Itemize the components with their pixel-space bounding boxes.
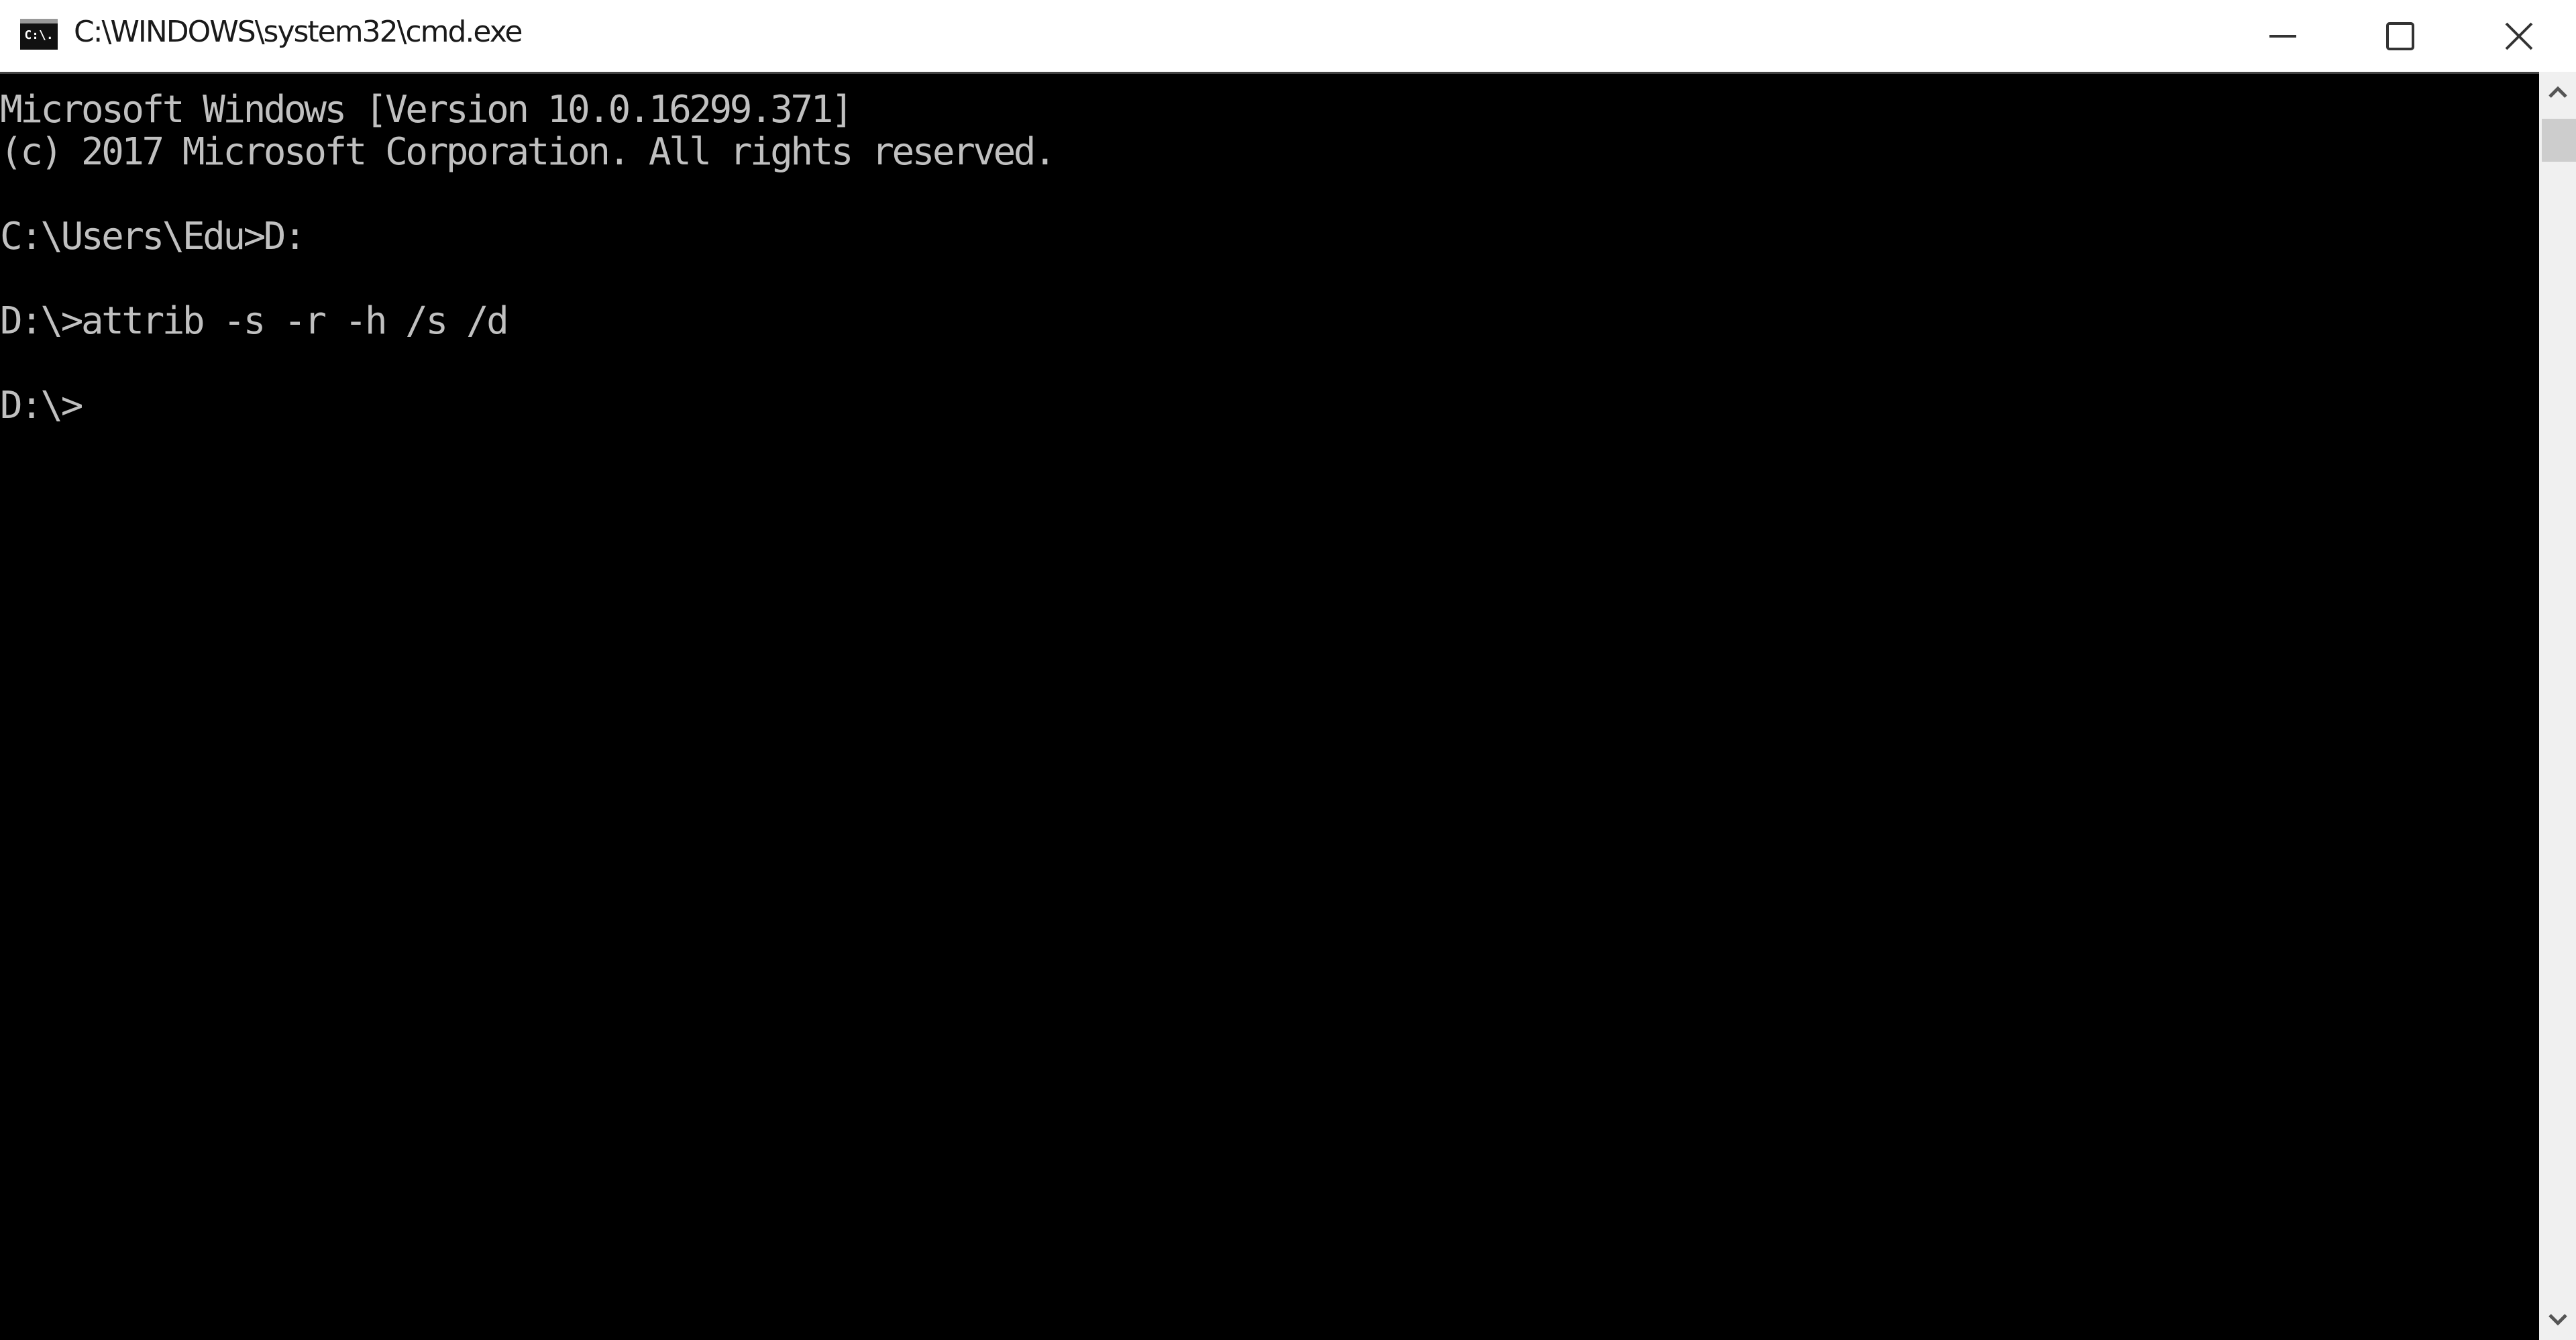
- console-line: C:\Users\Edu>D:: [0, 215, 307, 258]
- close-button[interactable]: [2462, 0, 2576, 72]
- cmd-app-icon[interactable]: C:\.: [20, 19, 58, 50]
- minimize-button[interactable]: [2226, 0, 2340, 72]
- console-prompt-line[interactable]: D:\>: [0, 384, 83, 427]
- maximize-button[interactable]: [2343, 0, 2457, 72]
- scroll-down-button[interactable]: [2539, 1300, 2576, 1340]
- console-line: (c) 2017 Microsoft Corporation. All righ…: [0, 130, 1057, 174]
- console-line: Microsoft Windows [Version 10.0.16299.37…: [0, 88, 854, 132]
- scroll-up-button[interactable]: [2539, 72, 2576, 112]
- console-output[interactable]: Microsoft Windows [Version 10.0.16299.37…: [0, 72, 2539, 1340]
- scrollbar-thumb[interactable]: [2542, 119, 2576, 162]
- chevron-up-icon: [2548, 86, 2567, 98]
- cmd-window: C:\. C:\WINDOWS\system32\cmd.exe Microso…: [0, 0, 2576, 1340]
- vertical-scrollbar[interactable]: [2539, 72, 2576, 1340]
- title-bar[interactable]: C:\. C:\WINDOWS\system32\cmd.exe: [0, 0, 2576, 72]
- window-title: C:\WINDOWS\system32\cmd.exe: [74, 15, 523, 49]
- maximize-icon: [2386, 21, 2414, 50]
- chevron-down-icon: [2548, 1314, 2567, 1326]
- close-icon: [2505, 22, 2533, 50]
- console-line: D:\>attrib -s -r -h /s /d: [0, 299, 509, 343]
- minimize-icon: [2269, 34, 2296, 38]
